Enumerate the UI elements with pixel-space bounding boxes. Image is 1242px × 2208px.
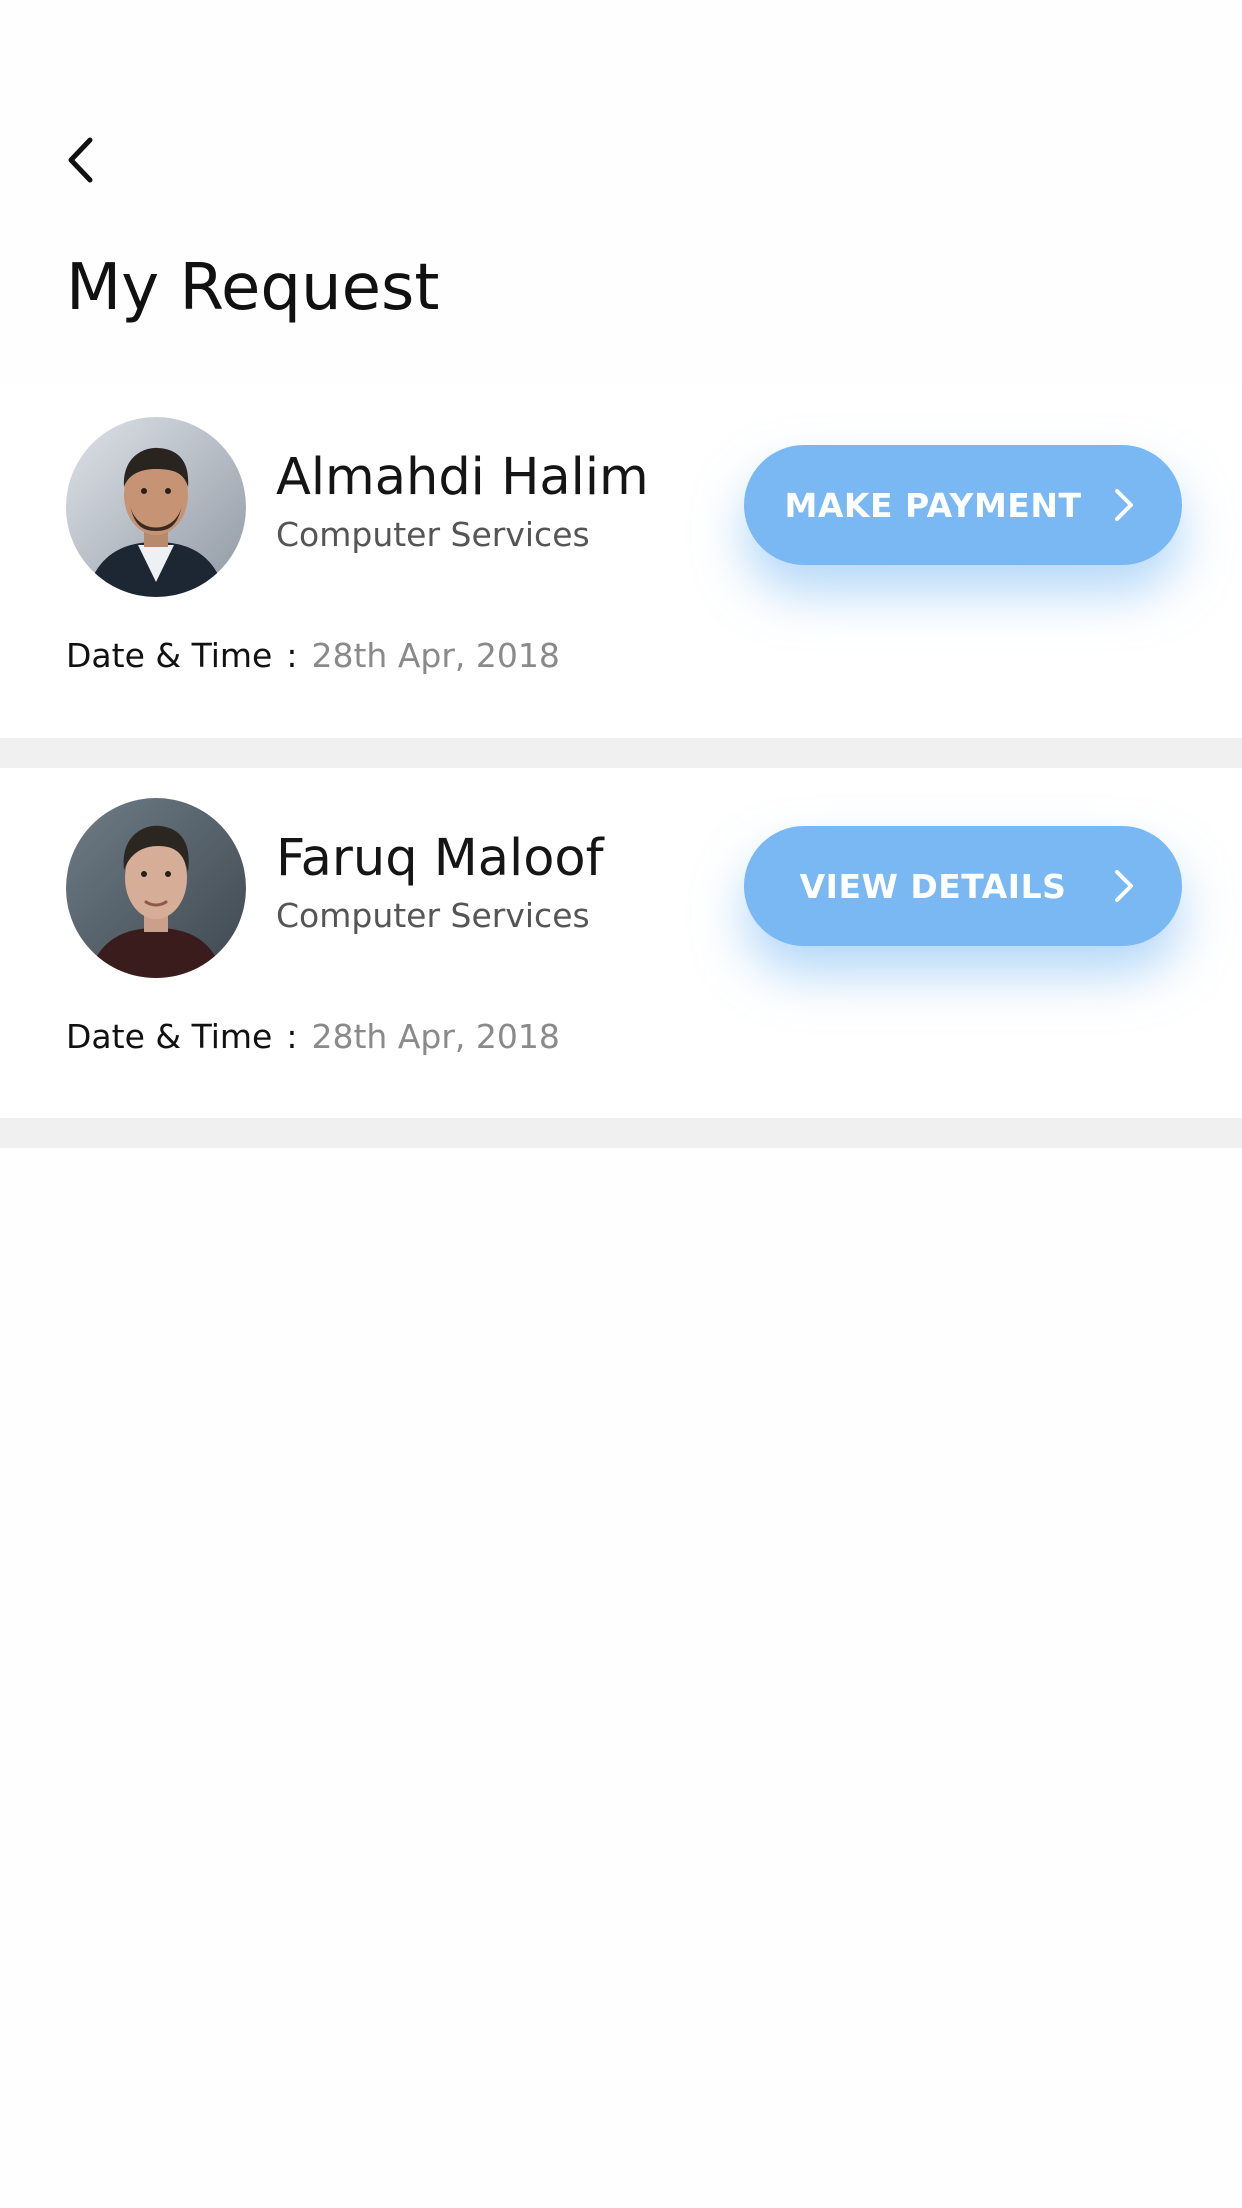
avatar-image xyxy=(66,798,246,978)
request-card: Faruq Maloof Computer Services Date & Ti… xyxy=(0,768,1242,1118)
avatar[interactable] xyxy=(66,798,246,978)
datetime-row: Date & Time:28th Apr, 2018 xyxy=(66,634,560,678)
avatar-image xyxy=(66,417,246,597)
requester-name: Faruq Maloof xyxy=(276,829,604,888)
page-title: My Request xyxy=(66,251,440,325)
service-name: Computer Services xyxy=(276,515,590,554)
datetime-label: Date & Time xyxy=(66,1017,273,1056)
make-payment-label: MAKE PAYMENT xyxy=(784,485,1082,525)
view-details-button[interactable]: VIEW DETAILS xyxy=(744,826,1182,946)
view-details-label: VIEW DETAILS xyxy=(799,866,1067,906)
datetime-separator: : xyxy=(286,636,298,675)
chevron-left-icon xyxy=(68,137,93,183)
datetime-separator: : xyxy=(286,1017,298,1056)
requester-name: Almahdi Halim xyxy=(276,448,649,507)
divider xyxy=(0,738,1242,768)
datetime-value: 28th Apr, 2018 xyxy=(311,1017,560,1056)
divider xyxy=(0,1118,1242,1148)
datetime-row: Date & Time:28th Apr, 2018 xyxy=(66,1015,560,1059)
avatar[interactable] xyxy=(66,417,246,597)
make-payment-button[interactable]: MAKE PAYMENT xyxy=(744,445,1182,565)
service-name: Computer Services xyxy=(276,896,590,935)
chevron-right-icon xyxy=(1115,489,1133,521)
back-button[interactable] xyxy=(50,125,110,195)
datetime-label: Date & Time xyxy=(66,636,273,675)
chevron-right-icon xyxy=(1115,870,1133,902)
request-card: Almahdi Halim Computer Services Date & T… xyxy=(0,385,1242,738)
datetime-value: 28th Apr, 2018 xyxy=(311,636,560,675)
